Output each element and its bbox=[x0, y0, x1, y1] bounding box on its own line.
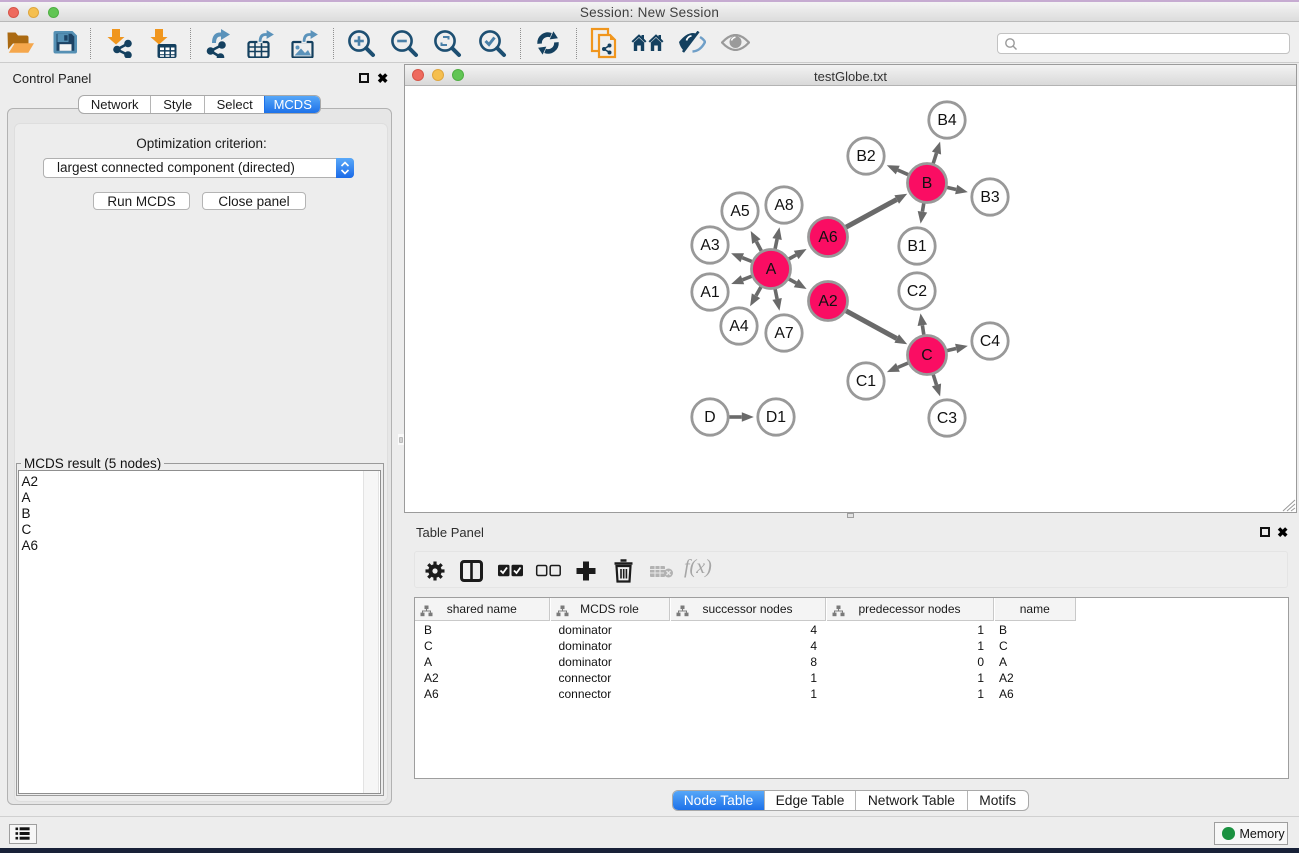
svg-text:C1: C1 bbox=[856, 373, 876, 390]
svg-text:A1: A1 bbox=[700, 284, 720, 301]
svg-text:C2: C2 bbox=[907, 283, 927, 300]
svg-text:A3: A3 bbox=[700, 237, 720, 254]
svg-text:B4: B4 bbox=[937, 112, 957, 129]
svg-text:A2: A2 bbox=[818, 293, 837, 310]
svg-text:A7: A7 bbox=[774, 325, 793, 342]
svg-text:B: B bbox=[922, 175, 933, 192]
svg-text:A4: A4 bbox=[729, 318, 749, 335]
svg-text:B2: B2 bbox=[856, 148, 875, 165]
svg-text:D: D bbox=[704, 409, 715, 426]
svg-text:A6: A6 bbox=[818, 229, 838, 246]
svg-text:C3: C3 bbox=[937, 410, 957, 427]
svg-text:B1: B1 bbox=[907, 238, 927, 255]
svg-text:A8: A8 bbox=[774, 197, 794, 214]
svg-text:D1: D1 bbox=[766, 409, 786, 426]
svg-text:C: C bbox=[921, 347, 932, 364]
svg-text:A5: A5 bbox=[730, 203, 750, 220]
svg-text:C4: C4 bbox=[980, 333, 1000, 350]
svg-text:B3: B3 bbox=[980, 189, 1000, 206]
svg-text:A: A bbox=[766, 261, 777, 278]
